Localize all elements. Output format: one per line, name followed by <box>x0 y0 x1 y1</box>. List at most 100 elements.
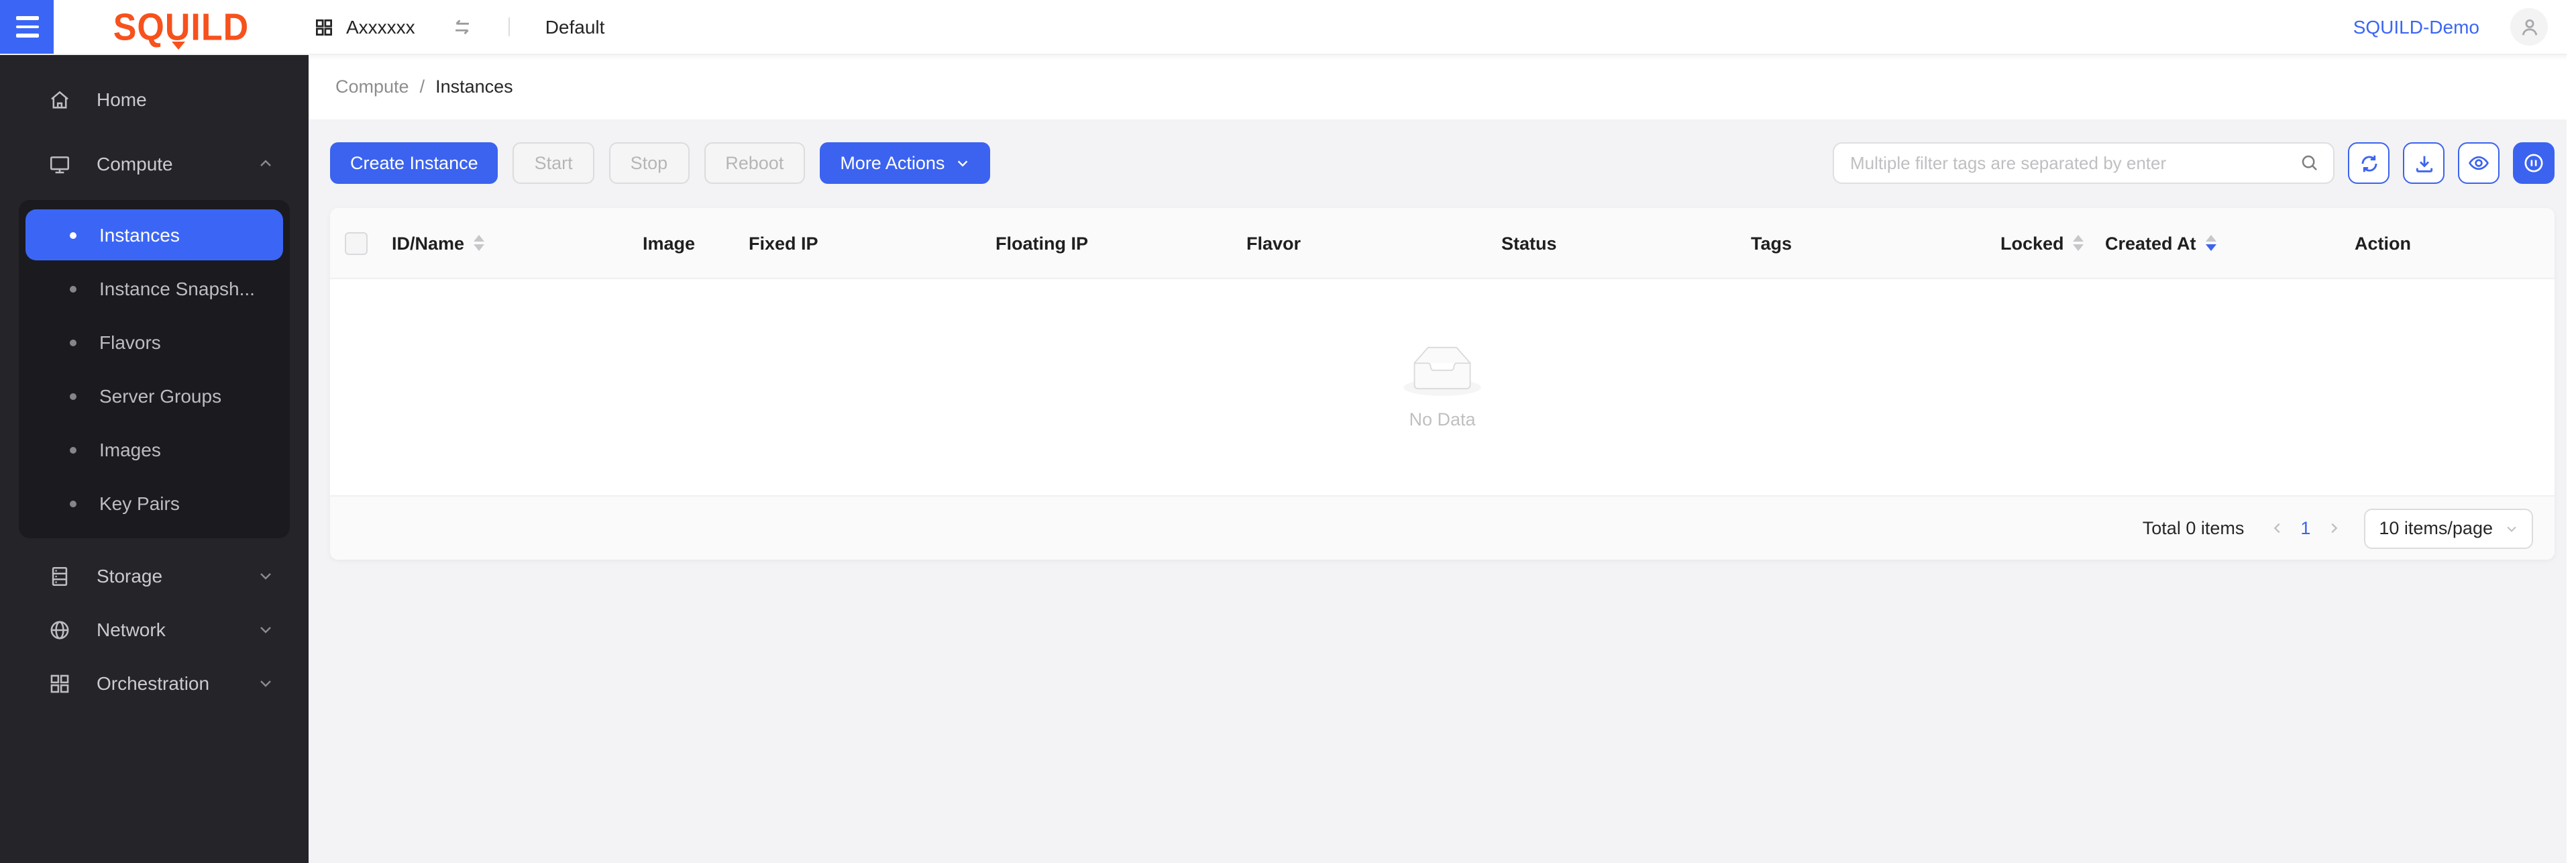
user-icon <box>2518 15 2540 38</box>
breadcrumb-compute[interactable]: Compute <box>335 77 409 97</box>
pause-circle-icon <box>2522 152 2545 174</box>
appstore-icon <box>314 17 334 37</box>
no-data-label: No Data <box>1409 409 1475 429</box>
chevron-down-icon <box>258 621 274 638</box>
sort-icon-active[interactable] <box>2206 235 2216 251</box>
sidebar-item-orchestration[interactable]: Orchestration <box>0 656 309 710</box>
project-name: Axxxxxx <box>346 16 415 38</box>
sidebar-item-label: Key Pairs <box>99 493 180 514</box>
sidebar-item-flavors[interactable]: Flavors <box>25 317 283 368</box>
filter-input[interactable] <box>1847 152 2300 174</box>
chevron-right-icon <box>2326 521 2341 536</box>
breadcrumb: Compute / Instances <box>309 54 2576 119</box>
reboot-button[interactable]: Reboot <box>704 142 805 184</box>
chevron-down-icon <box>2505 521 2518 535</box>
sidebar-item-home[interactable]: Home <box>0 72 309 126</box>
sidebar-item-label: Instances <box>99 224 180 246</box>
search-icon[interactable] <box>2300 153 2320 173</box>
region-label: Default <box>545 16 605 38</box>
sidebar-item-label: Instance Snapsh... <box>99 278 255 299</box>
app-logo[interactable]: SQUILD <box>54 6 309 48</box>
sidebar-item-label: Storage <box>97 565 162 587</box>
sidebar-item-label: Network <box>97 619 166 640</box>
sidebar-item-label: Compute <box>97 153 173 174</box>
stop-button[interactable]: Stop <box>609 142 690 184</box>
sidebar-item-label: Orchestration <box>97 672 209 694</box>
bullet-icon <box>70 285 76 292</box>
scrollbar[interactable] <box>2567 0 2576 863</box>
chevron-down-icon <box>955 156 970 170</box>
main-content: Create Instance Start Stop Reboot More A… <box>309 119 2576 863</box>
start-button[interactable]: Start <box>513 142 594 184</box>
column-header-locked[interactable]: Locked <box>1990 233 2094 253</box>
avatar[interactable] <box>2510 8 2548 46</box>
more-actions-button[interactable]: More Actions <box>820 142 990 184</box>
column-label: Flavor <box>1246 233 1301 253</box>
divider <box>509 17 511 36</box>
appstore-grid-icon <box>48 672 71 695</box>
globe-icon <box>48 618 71 641</box>
bullet-icon <box>70 232 76 238</box>
app-window: SQUILD Axxxxxx Default SQUILD-Demo Home <box>0 0 2576 863</box>
home-icon <box>48 88 71 111</box>
compute-submenu: Instances Instance Snapsh... Flavors Ser… <box>19 200 290 538</box>
sidebar-item-network[interactable]: Network <box>0 603 309 656</box>
menu-toggle-button[interactable] <box>0 0 54 54</box>
prev-page-button[interactable] <box>2263 521 2291 536</box>
download-button[interactable] <box>2403 142 2445 184</box>
project-switcher[interactable]: Axxxxxx <box>314 16 415 38</box>
column-label: Locked <box>2000 233 2064 253</box>
breadcrumb-separator: / <box>420 77 425 97</box>
switch-project-icon[interactable] <box>451 15 474 38</box>
sidebar-item-instances[interactable]: Instances <box>25 209 283 260</box>
bullet-icon <box>70 393 76 399</box>
page-number-1[interactable]: 1 <box>2300 518 2310 538</box>
desktop-icon <box>48 152 71 175</box>
sidebar-item-label: Server Groups <box>99 385 221 407</box>
columns-visibility-button[interactable] <box>2458 142 2500 184</box>
sidebar-item-label: Flavors <box>99 332 161 353</box>
chevron-down-icon <box>258 675 274 691</box>
column-header-fixed-ip: Fixed IP <box>738 233 985 253</box>
top-bar: SQUILD Axxxxxx Default SQUILD-Demo <box>0 0 2576 55</box>
page-size-label: 10 items/page <box>2379 518 2493 538</box>
column-header-tags: Tags <box>1740 233 1990 253</box>
sidebar-item-instance-snapshots[interactable]: Instance Snapsh... <box>25 263 283 314</box>
bullet-icon <box>70 339 76 346</box>
column-label: Action <box>2355 233 2411 253</box>
column-header-status: Status <box>1491 233 1740 253</box>
select-all-checkbox[interactable] <box>344 232 367 254</box>
sort-icon[interactable] <box>474 235 484 251</box>
total-items-label: Total 0 items <box>2143 518 2245 538</box>
column-header-created-at[interactable]: Created At <box>2094 233 2344 253</box>
pagination: Total 0 items 1 10 items/page <box>330 495 2555 560</box>
breadcrumb-current: Instances <box>435 77 513 97</box>
column-header-floating-ip: Floating IP <box>985 233 1236 253</box>
create-instance-button[interactable]: Create Instance <box>330 142 498 184</box>
refresh-button[interactable] <box>2348 142 2390 184</box>
page-size-select[interactable]: 10 items/page <box>2364 508 2533 548</box>
logo-text: SQUILD <box>113 5 249 50</box>
storage-icon <box>48 564 71 587</box>
column-header-id-name[interactable]: ID/Name <box>381 233 632 253</box>
sidebar-item-images[interactable]: Images <box>25 424 283 475</box>
next-page-button[interactable] <box>2320 521 2348 536</box>
sidebar-item-server-groups[interactable]: Server Groups <box>25 370 283 421</box>
sidebar-item-storage[interactable]: Storage <box>0 549 309 603</box>
user-menu-link[interactable]: SQUILD-Demo <box>2353 16 2479 38</box>
sidebar-item-compute[interactable]: Compute <box>0 137 309 191</box>
sidebar-item-label: Images <box>99 439 161 460</box>
column-label: Fixed IP <box>749 233 818 253</box>
auto-refresh-pause-button[interactable] <box>2513 142 2555 184</box>
more-actions-label: More Actions <box>840 153 945 173</box>
sidebar-item-key-pairs[interactable]: Key Pairs <box>25 478 283 529</box>
sort-icon[interactable] <box>2074 235 2084 251</box>
chevron-up-icon <box>258 156 274 172</box>
sidebar-item-label: Home <box>97 89 147 110</box>
refresh-icon <box>2358 152 2379 174</box>
table-header-row: ID/Name Image Fixed IP Floating IP Flavo… <box>330 208 2555 279</box>
column-label: Created At <box>2105 233 2196 253</box>
sidebar: Home Compute Instances Instance Snapsh..… <box>0 54 309 863</box>
column-header-action: Action <box>2344 233 2555 253</box>
download-icon <box>2413 152 2434 174</box>
